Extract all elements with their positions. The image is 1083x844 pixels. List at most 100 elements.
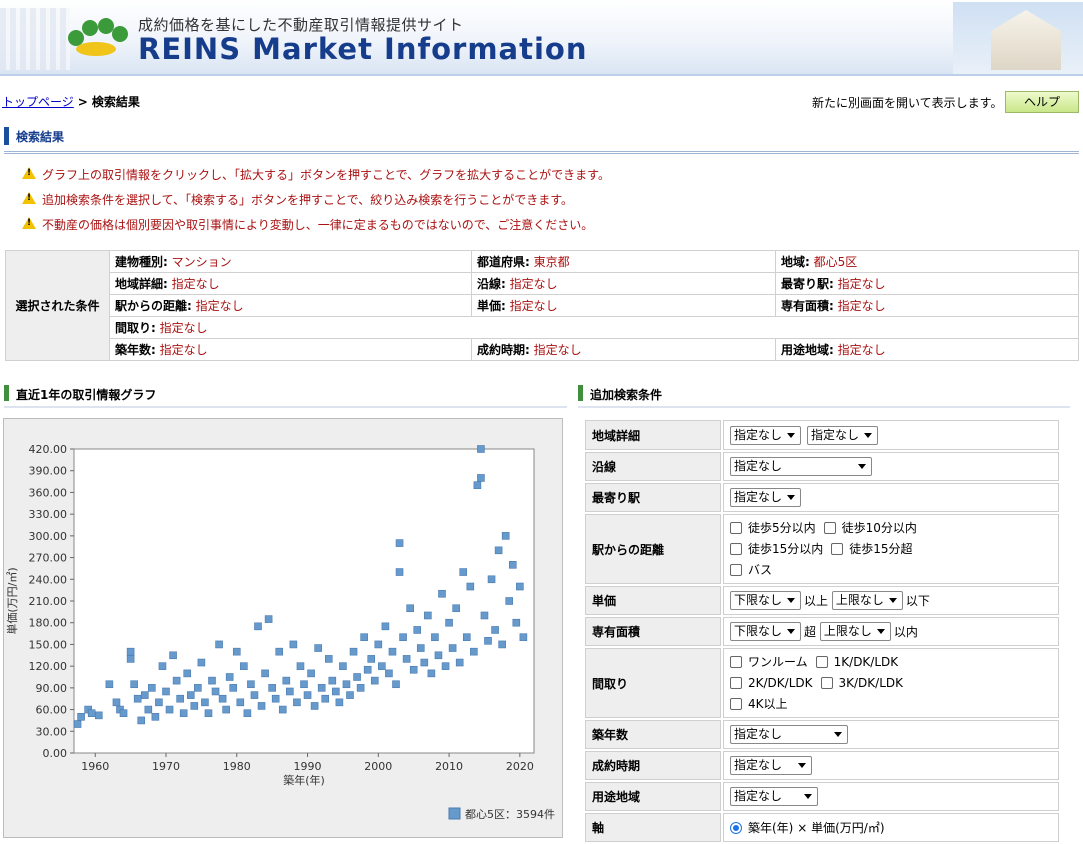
breadcrumb-current: 検索結果: [91, 95, 140, 109]
data-point: [137, 716, 146, 725]
y-tick-label: 300.00: [29, 530, 68, 543]
station-select[interactable]: 指定なし: [730, 488, 802, 507]
data-point: [385, 669, 393, 678]
selected-conditions-table: 選択された条件 建物種別: マンション 都道府県: 東京都 地域: 都心5区 地…: [5, 250, 1079, 361]
data-point: [434, 651, 443, 660]
distance-over15-option[interactable]: 徒歩15分超: [831, 542, 913, 556]
axis-x-option[interactable]: 築年(年): [748, 821, 793, 835]
deal-time-select[interactable]: 指定なし: [730, 756, 812, 775]
data-point: [416, 644, 425, 652]
site-title[interactable]: REINS Market Information: [138, 32, 587, 66]
distance-bus-option[interactable]: バス: [730, 563, 772, 577]
data-point: [438, 589, 446, 598]
x-axis-label: 築年(年): [283, 773, 325, 787]
data-point: [271, 694, 280, 703]
checkbox[interactable]: [815, 655, 828, 668]
data-point: [462, 633, 471, 641]
zoning-label: 用途地域: [585, 782, 721, 811]
distance-label: 駅からの距離: [585, 514, 721, 584]
data-point: [236, 698, 245, 707]
x-tick-label: 1980: [223, 760, 251, 773]
data-point: [473, 481, 482, 489]
data-point: [519, 633, 528, 641]
data-point: [186, 691, 195, 699]
data-point: [353, 673, 361, 681]
data-point: [158, 662, 167, 670]
data-point: [151, 713, 160, 721]
reins-logo[interactable]: [68, 16, 128, 60]
distance-5min-option[interactable]: 徒歩5分以内: [730, 521, 816, 535]
data-point: [282, 676, 291, 685]
checkbox[interactable]: [730, 676, 742, 689]
data-point: [194, 684, 202, 692]
data-point: [409, 665, 418, 674]
data-point: [427, 669, 436, 678]
data-point: [307, 669, 315, 678]
unit-price-low-select[interactable]: 下限なし: [730, 591, 802, 610]
warning-icon: [22, 167, 36, 179]
distance-10min-option[interactable]: 徒歩10分以内: [823, 521, 917, 535]
data-point: [112, 698, 121, 707]
section-bar: [4, 127, 9, 145]
layout-1k-option[interactable]: 1K/DK/LDK: [815, 655, 898, 669]
y-tick-label: 420.00: [29, 443, 68, 456]
data-point: [77, 713, 85, 721]
data-point: [346, 691, 354, 699]
add-criteria-header: 追加検索条件: [578, 382, 1070, 408]
scatter-chart[interactable]: 0.00 30.00 60.00 90.00 120.00 150.00 180.00 210…: [4, 419, 562, 837]
data-point: [169, 651, 177, 660]
distance-15min-option[interactable]: 徒歩15分以内: [730, 542, 823, 556]
floor-area-low-select[interactable]: 下限なし: [730, 622, 802, 641]
layout-2k-option[interactable]: 2K/DK/LDK: [730, 676, 813, 690]
checkbox[interactable]: [730, 563, 742, 576]
data-point: [232, 647, 241, 656]
layout-oneroom-option[interactable]: ワンルーム: [730, 655, 808, 669]
data-point: [498, 640, 506, 649]
data-point: [402, 655, 411, 663]
data-point: [332, 687, 340, 696]
axis-radio[interactable]: [730, 822, 742, 834]
floor-area-high-select[interactable]: 上限なし: [819, 622, 891, 641]
age-select[interactable]: 指定なし: [730, 725, 848, 744]
plot-area: [73, 448, 535, 754]
station-label: 最寄り駅: [585, 483, 721, 512]
conditions-label: 選択された条件: [5, 250, 110, 361]
data-point: [324, 655, 333, 663]
layout-4k-option[interactable]: 4K以上: [730, 697, 788, 711]
data-point: [215, 640, 223, 649]
checkbox[interactable]: [823, 521, 836, 534]
checkbox[interactable]: [820, 676, 833, 689]
data-point: [264, 615, 273, 623]
help-button[interactable]: ヘルプ: [1005, 91, 1079, 113]
area-detail-select-2[interactable]: 指定なし: [807, 425, 879, 445]
zoning-select[interactable]: 指定なし: [730, 787, 818, 806]
checkbox[interactable]: [730, 655, 742, 668]
area-detail-select-1[interactable]: 指定なし: [730, 425, 802, 445]
data-point: [406, 604, 414, 613]
data-point: [162, 687, 170, 696]
data-point: [445, 618, 453, 627]
data-point: [321, 694, 330, 703]
checkbox[interactable]: [831, 542, 844, 555]
x-tick-label: 2020: [506, 760, 534, 773]
unit-price-mid: 以上: [804, 594, 829, 608]
data-point: [459, 568, 468, 576]
y-tick-label: 210.00: [29, 595, 68, 608]
checkbox[interactable]: [730, 521, 742, 534]
data-point: [229, 684, 238, 692]
data-point: [508, 561, 517, 569]
unit-price-high-select[interactable]: 上限なし: [831, 591, 903, 610]
breadcrumb-home-link[interactable]: トップページ: [2, 95, 74, 109]
data-point: [247, 680, 255, 689]
layout-3k-option[interactable]: 3K/DK/LDK: [820, 676, 903, 690]
warning-icon: [22, 192, 36, 204]
data-point: [275, 647, 284, 656]
data-point: [225, 673, 234, 681]
checkbox[interactable]: [730, 697, 742, 710]
data-point: [484, 637, 492, 645]
new-window-note: 新たに別画面を開いて表示します。: [812, 96, 1003, 110]
checkbox[interactable]: [730, 542, 742, 555]
line-select[interactable]: 指定なし: [730, 457, 872, 476]
data-point: [388, 647, 397, 656]
data-point: [73, 720, 82, 728]
